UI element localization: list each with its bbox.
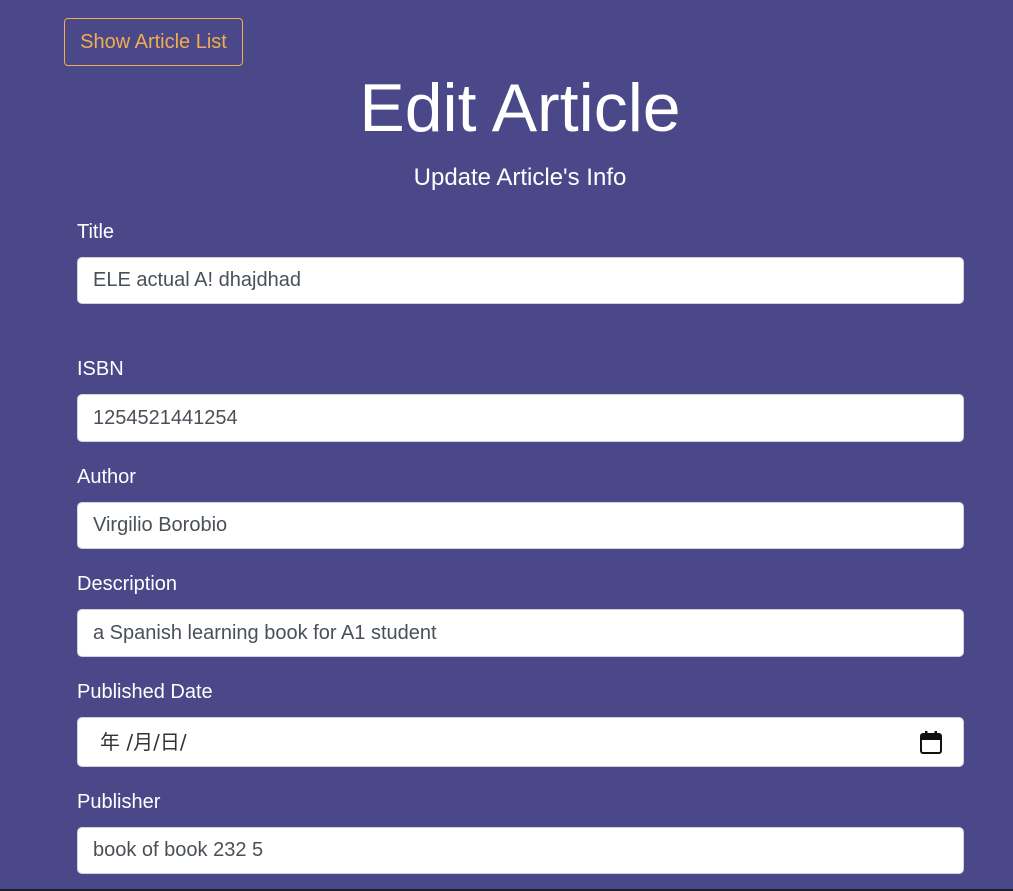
page-title: Edit Article <box>359 70 681 146</box>
author-label: Author <box>77 466 136 488</box>
author-input[interactable] <box>77 502 964 549</box>
published-date-label: Published Date <box>77 681 213 703</box>
title-label: Title <box>77 221 115 243</box>
isbn-input[interactable] <box>77 394 964 442</box>
published-date-input[interactable]: 年 /月/日/ <box>77 717 964 767</box>
date-placeholder[interactable]: 年 /月/日/ <box>100 730 187 754</box>
publisher-label: Publisher <box>77 791 161 813</box>
calendar-icon[interactable] <box>920 731 942 754</box>
title-input[interactable] <box>77 257 964 304</box>
show-article-list-button[interactable]: Show Article List <box>64 18 243 66</box>
page-subtitle: Update Article's Info <box>413 164 627 191</box>
description-label: Description <box>77 573 178 595</box>
publisher-input[interactable] <box>77 827 964 874</box>
isbn-label: ISBN <box>77 358 124 380</box>
description-input[interactable] <box>77 609 964 657</box>
